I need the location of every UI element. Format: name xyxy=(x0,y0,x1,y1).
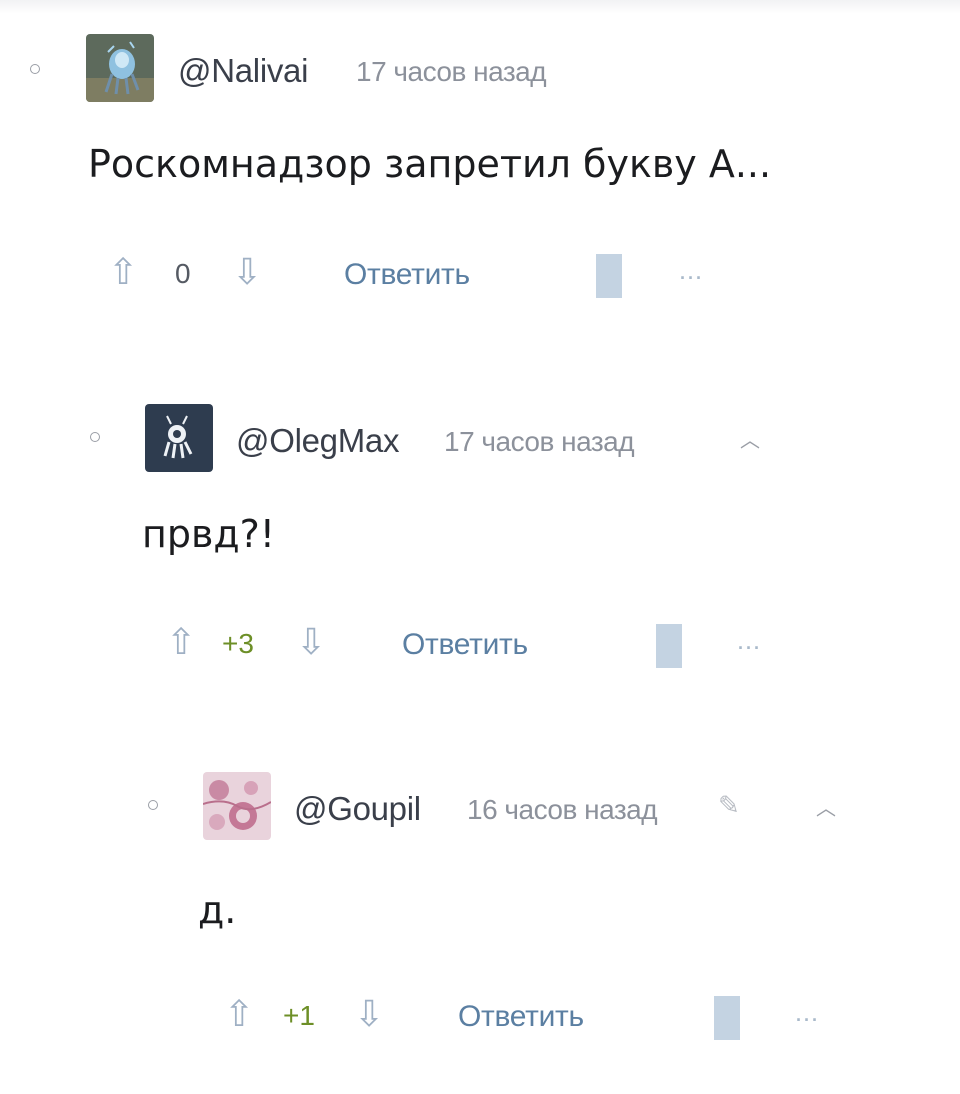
thread-bullet-icon[interactable] xyxy=(90,432,100,442)
comment-text: првд?! xyxy=(142,512,276,556)
vote-up-icon[interactable]: ⇧ xyxy=(108,254,138,290)
comment-olegmax: @OlegMax 17 часов назад ︿ првд?! ⇧ +3 ⇩ … xyxy=(0,340,960,710)
bookmark-icon[interactable] xyxy=(714,996,740,1040)
vote-down-icon[interactable]: ⇩ xyxy=(354,996,384,1032)
comment-goupil: @Goupil 16 часов назад ✎ ︿ д. ⇧ +1 ⇩ Отв… xyxy=(0,710,960,1094)
thread-bullet-icon[interactable] xyxy=(30,64,40,74)
pink-pattern-avatar[interactable] xyxy=(203,772,271,840)
more-dots-icon[interactable]: ··· xyxy=(796,1010,820,1031)
more-dots-icon[interactable]: ··· xyxy=(680,268,704,289)
reply-button[interactable]: Ответить xyxy=(344,258,470,292)
more-dots-icon[interactable]: ··· xyxy=(738,638,762,659)
comment-username[interactable]: @Goupil xyxy=(294,790,421,828)
pencil-icon[interactable]: ✎ xyxy=(718,790,740,821)
comment-score: +1 xyxy=(283,1000,315,1031)
vote-up-icon[interactable]: ⇧ xyxy=(224,996,254,1032)
bookmark-icon[interactable] xyxy=(596,254,622,298)
comment-text: Роскомнадзор запретил букву А... xyxy=(88,142,772,186)
comment-score: +3 xyxy=(222,628,254,659)
vote-down-icon[interactable]: ⇩ xyxy=(296,624,326,660)
comment-username[interactable]: @Nalivai xyxy=(178,52,308,90)
chevron-up-icon[interactable]: ︿ xyxy=(816,792,836,821)
vote-up-icon[interactable]: ⇧ xyxy=(166,624,196,660)
comment-username[interactable]: @OlegMax xyxy=(236,422,399,460)
comment-time[interactable]: 17 часов назад xyxy=(356,56,547,88)
reply-button[interactable]: Ответить xyxy=(402,628,528,662)
robot-avatar[interactable] xyxy=(145,404,213,472)
reply-button[interactable]: Ответить xyxy=(458,1000,584,1034)
comment-text: д. xyxy=(198,888,237,932)
chevron-up-icon[interactable]: ︿ xyxy=(740,424,760,453)
comment-time[interactable]: 16 часов назад xyxy=(467,794,658,826)
creature-avatar[interactable] xyxy=(86,34,154,102)
vote-down-icon[interactable]: ⇩ xyxy=(232,254,262,290)
comment-time[interactable]: 17 часов назад xyxy=(444,426,635,458)
comment-score: 0 xyxy=(175,258,191,289)
bookmark-icon[interactable] xyxy=(656,624,682,668)
comment-nalivai: @Nalivai 17 часов назад Роскомнадзор зап… xyxy=(0,0,960,340)
thread-bullet-icon[interactable] xyxy=(148,800,158,810)
